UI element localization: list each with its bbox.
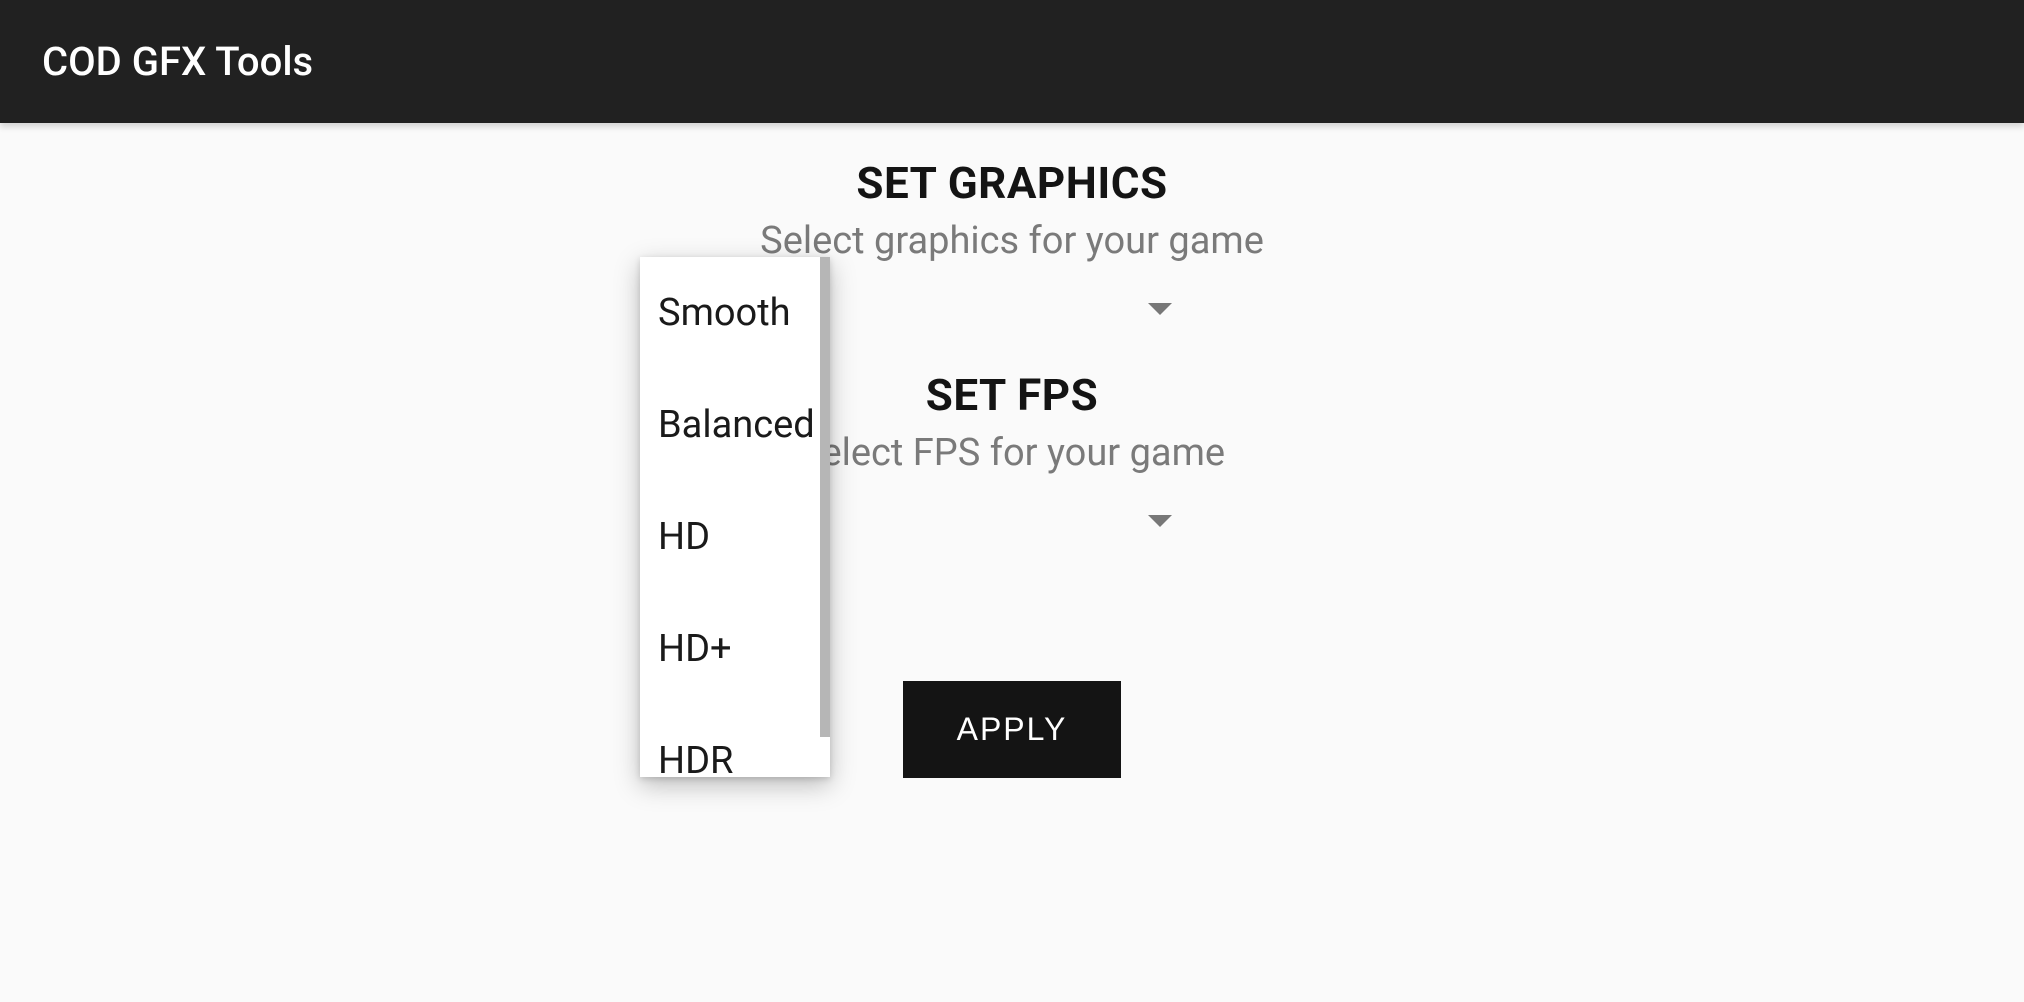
graphics-section-subtitle: Select graphics for your game xyxy=(760,219,1264,263)
dropdown-caret-icon xyxy=(1148,515,1172,527)
apply-button[interactable]: APPLY xyxy=(903,681,1122,778)
dropdown-option-smooth[interactable]: Smooth xyxy=(640,257,830,369)
graphics-spinner[interactable] xyxy=(812,289,1212,329)
fps-section: SET FPS Select FPS for your game APPLY xyxy=(799,369,1225,778)
fps-section-title: SET FPS xyxy=(926,369,1098,421)
dropdown-option-hdr[interactable]: HDR xyxy=(640,705,830,777)
app-title: COD GFX Tools xyxy=(42,38,313,85)
main-content: SET GRAPHICS Select graphics for your ga… xyxy=(0,123,2024,778)
graphics-section-title: SET GRAPHICS xyxy=(856,157,1167,209)
app-header: COD GFX Tools xyxy=(0,0,2024,123)
dropdown-scrollbar[interactable] xyxy=(820,257,830,737)
dropdown-option-hd[interactable]: HD xyxy=(640,481,830,593)
fps-spinner[interactable] xyxy=(812,501,1212,541)
dropdown-option-hdplus[interactable]: HD+ xyxy=(640,593,830,705)
dropdown-option-balanced[interactable]: Balanced xyxy=(640,369,830,481)
dropdown-caret-icon xyxy=(1148,303,1172,315)
fps-section-subtitle: Select FPS for your game xyxy=(799,431,1225,475)
graphics-dropdown-menu: Smooth Balanced HD HD+ HDR xyxy=(640,257,830,777)
